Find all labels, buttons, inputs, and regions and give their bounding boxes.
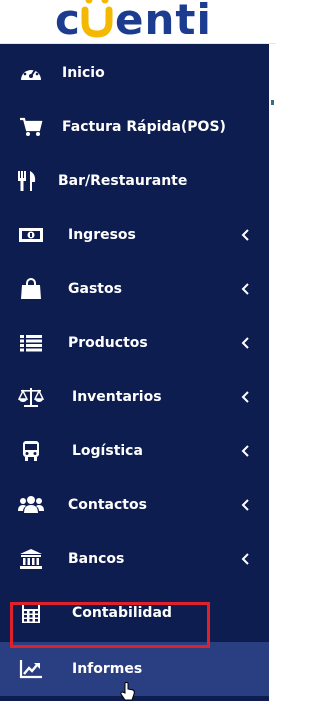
bank-icon bbox=[18, 548, 44, 570]
chevron-left-icon bbox=[241, 445, 249, 457]
sidebar-item-contabilidad[interactable]: Contabilidad bbox=[0, 586, 269, 640]
sidebar-item-label: Inicio bbox=[62, 65, 105, 81]
sidebar-item-inventarios[interactable]: Inventarios bbox=[0, 370, 269, 424]
dashboard-gauge-icon bbox=[18, 62, 44, 84]
content-edge bbox=[269, 44, 276, 701]
shopping-cart-icon bbox=[18, 116, 44, 138]
sidebar-item-label: Productos bbox=[68, 335, 148, 351]
svg-text:enti: enti bbox=[115, 0, 212, 42]
chevron-left-icon bbox=[241, 391, 249, 403]
line-chart-icon bbox=[18, 658, 44, 680]
sidebar-item-label: Ingresos bbox=[68, 227, 136, 243]
sidebar-item-productos[interactable]: Productos bbox=[0, 316, 269, 370]
fork-knife-icon bbox=[14, 170, 40, 192]
users-icon bbox=[18, 494, 44, 516]
chevron-left-icon bbox=[241, 553, 249, 565]
balance-scale-icon bbox=[18, 386, 44, 408]
truck-icon bbox=[18, 440, 44, 462]
sidebar-item-logistica[interactable]: Logística bbox=[0, 424, 269, 478]
shopping-bag-icon bbox=[18, 278, 44, 300]
sidebar-item-label: Inventarios bbox=[72, 389, 162, 405]
calculator-icon bbox=[18, 602, 44, 624]
cuenti-logo[interactable]: cuenti c enti bbox=[55, 0, 225, 44]
sidebar-item-contactos[interactable]: Contactos bbox=[0, 478, 269, 532]
sidebar-item-bar-restaurante[interactable]: Bar/Restaurante bbox=[0, 154, 269, 208]
sidebar-header: cuenti c enti bbox=[0, 0, 276, 44]
edge-marker bbox=[271, 100, 274, 105]
sidebar-item-label: Contabilidad bbox=[72, 605, 172, 621]
chevron-left-icon bbox=[241, 337, 249, 349]
sidebar-item-factura-rapida[interactable]: Factura Rápida(POS) bbox=[0, 100, 269, 154]
chevron-left-icon bbox=[241, 283, 249, 295]
sidebar-item-bancos[interactable]: Bancos bbox=[0, 532, 269, 586]
sidebar-item-label: Bancos bbox=[68, 551, 125, 567]
sidebar-item-label: Contactos bbox=[68, 497, 147, 513]
sidebar-item-label: Factura Rápida(POS) bbox=[62, 119, 226, 135]
sidebar-item-label: Gastos bbox=[68, 281, 122, 297]
sidebar-item-gastos[interactable]: Gastos bbox=[0, 262, 269, 316]
sidebar-nav: Inicio Factura Rápida(POS) Bar/Restauran… bbox=[0, 44, 269, 701]
chevron-left-icon bbox=[241, 499, 249, 511]
sidebar-item-label: Bar/Restaurante bbox=[58, 173, 188, 189]
hand-cursor-icon bbox=[120, 682, 135, 701]
sidebar-item-inicio[interactable]: Inicio bbox=[0, 46, 269, 100]
list-icon bbox=[18, 332, 44, 354]
sidebar-item-label: Logística bbox=[72, 443, 143, 459]
sidebar-item-ingresos[interactable]: Ingresos bbox=[0, 208, 269, 262]
chevron-left-icon bbox=[241, 229, 249, 241]
svg-text:c: c bbox=[55, 0, 81, 42]
logo-mark-icon: c enti bbox=[55, 0, 212, 44]
money-bill-icon bbox=[18, 224, 44, 246]
